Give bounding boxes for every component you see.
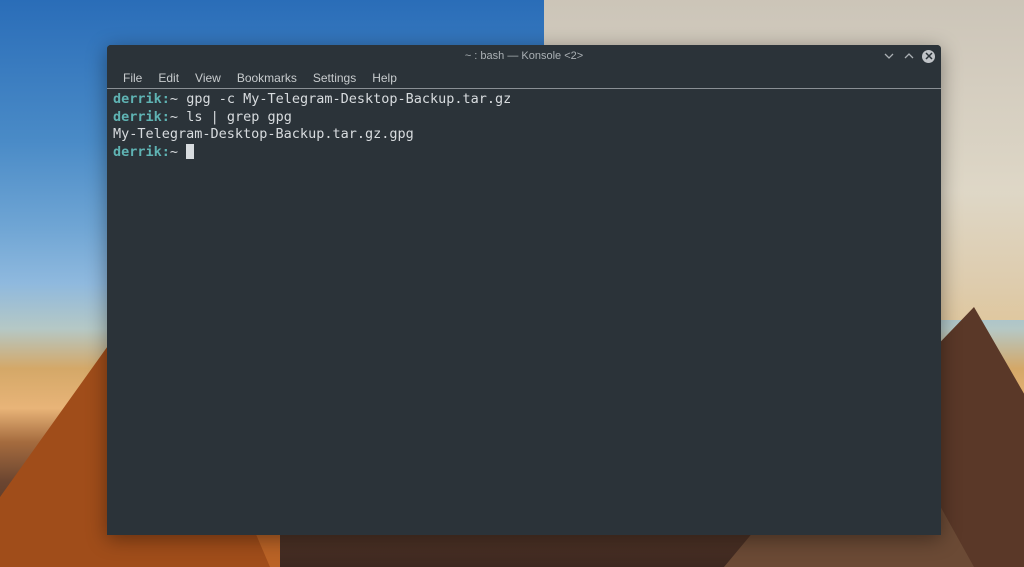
prompt-sep: : (162, 109, 170, 125)
prompt-path: ~ (170, 109, 178, 125)
prompt-sep: : (162, 91, 170, 107)
terminal-line: derrik:~ ls | grep gpg (113, 109, 935, 127)
menu-bookmarks[interactable]: Bookmarks (229, 69, 305, 87)
menu-view[interactable]: View (187, 69, 229, 87)
prompt-sep: : (162, 144, 170, 160)
menu-file[interactable]: File (115, 69, 150, 87)
command-text: gpg -c My-Telegram-Desktop-Backup.tar.gz (186, 91, 511, 107)
close-icon (925, 52, 933, 60)
minimize-button[interactable] (882, 49, 896, 63)
chevron-down-icon (884, 51, 894, 61)
close-button[interactable] (922, 50, 935, 63)
menu-help[interactable]: Help (364, 69, 405, 87)
maximize-button[interactable] (902, 49, 916, 63)
window-controls (882, 49, 935, 63)
terminal-content[interactable]: derrik:~ gpg -c My-Telegram-Desktop-Back… (107, 89, 941, 535)
prompt-path: ~ (170, 144, 178, 160)
chevron-up-icon (904, 51, 914, 61)
command-text: ls | grep gpg (186, 109, 292, 125)
menubar: File Edit View Bookmarks Settings Help (107, 67, 941, 89)
menu-settings[interactable]: Settings (305, 69, 364, 87)
prompt-user: derrik (113, 144, 162, 160)
terminal-line: My-Telegram-Desktop-Backup.tar.gz.gpg (113, 126, 935, 144)
terminal-window: ~ : bash — Konsole <2> File Edit View Bo… (107, 45, 941, 535)
output-text: My-Telegram-Desktop-Backup.tar.gz.gpg (113, 126, 414, 142)
prompt-user: derrik (113, 109, 162, 125)
menu-edit[interactable]: Edit (150, 69, 187, 87)
prompt-user: derrik (113, 91, 162, 107)
prompt-path: ~ (170, 91, 178, 107)
window-title: ~ : bash — Konsole <2> (465, 50, 583, 62)
terminal-line: derrik:~ (113, 144, 935, 162)
cursor (186, 144, 194, 159)
terminal-line: derrik:~ gpg -c My-Telegram-Desktop-Back… (113, 91, 935, 109)
window-titlebar[interactable]: ~ : bash — Konsole <2> (107, 45, 941, 67)
